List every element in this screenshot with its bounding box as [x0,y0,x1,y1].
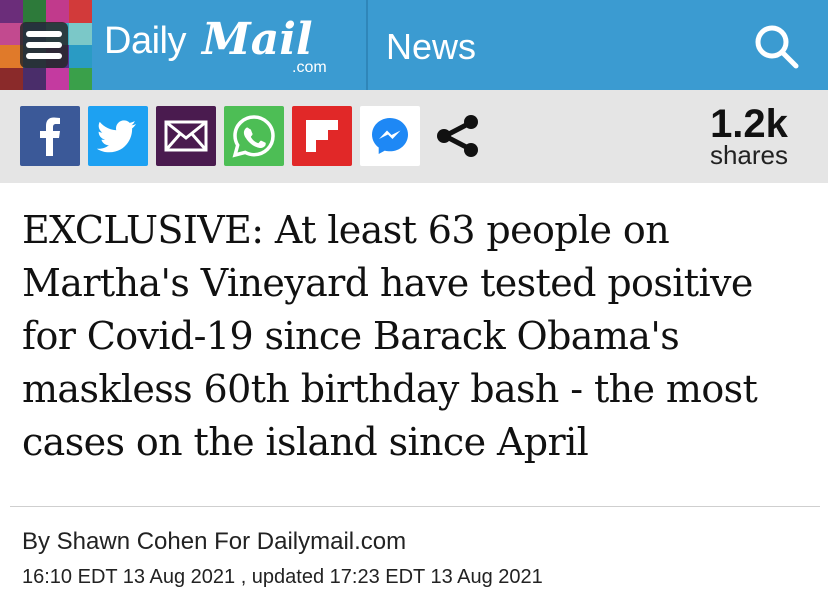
article-headline: EXCLUSIVE: At least 63 people on Martha'… [22,208,758,464]
facebook-icon [40,117,60,156]
hamburger-menu-icon[interactable] [20,22,68,68]
header-divider [366,0,368,90]
logo-mail-text: Mail [202,14,313,65]
email-icon [164,120,208,152]
share-icon [437,115,478,157]
more-share-button[interactable] [428,106,488,166]
messenger-share-button[interactable] [360,106,420,166]
messenger-icon [372,118,408,154]
share-count: 1.2k [710,102,788,146]
twitter-share-button[interactable] [88,106,148,166]
whatsapp-icon [232,115,275,158]
article-dateline: 16:10 EDT 13 Aug 2021 , updated 17:23 ED… [22,566,543,588]
logo-daily-text: Daily [104,20,186,62]
search-icon[interactable] [752,22,800,70]
share-count-label: shares [709,140,789,170]
twitter-icon [96,120,136,153]
whatsapp-share-button[interactable] [224,106,284,166]
facebook-share-button[interactable] [20,106,80,166]
logo-com-text: .com [292,59,327,76]
email-share-button[interactable] [156,106,216,166]
site-header: Daily Mail .com News [0,0,828,90]
nav-section-news[interactable]: News [386,26,476,68]
flipboard-icon [306,120,338,152]
flipboard-share-button[interactable] [292,106,352,166]
article-byline[interactable]: By Shawn Cohen For Dailymail.com [22,528,406,556]
headline-divider [10,506,820,507]
